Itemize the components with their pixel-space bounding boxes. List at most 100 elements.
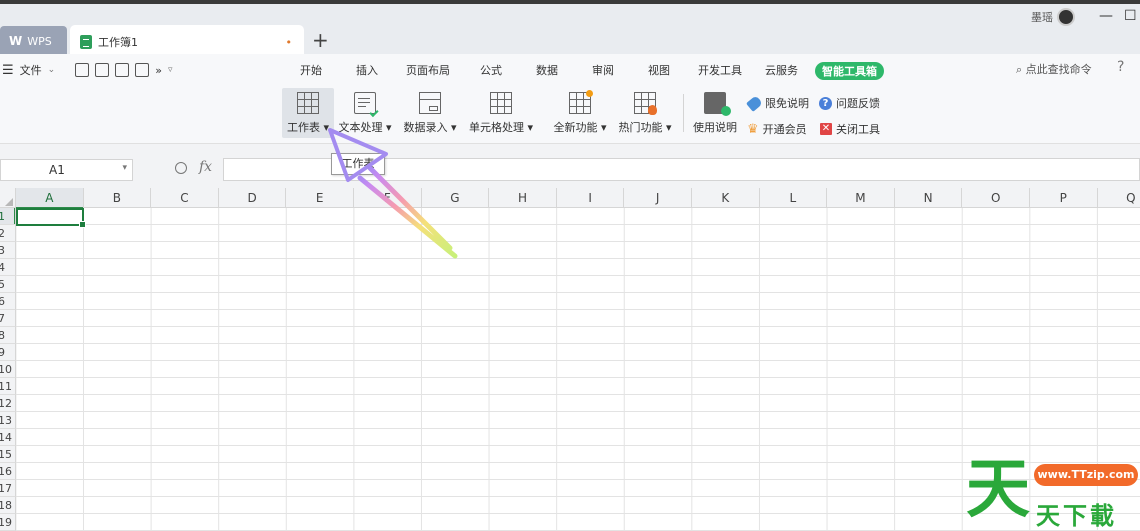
row-header[interactable]: 8 [0,327,16,344]
row-header[interactable]: 11 [0,378,16,395]
row-header[interactable]: 12 [0,395,16,412]
more-commands-button[interactable]: » [155,64,162,77]
zoom-icon[interactable] [175,162,187,174]
row-header[interactable]: 1 [0,208,16,225]
menu-bar: ☰ 文件 ⌄ » ▿ 开始 插入 页面布局 公式 数据 审阅 视图 开发工具 云… [0,54,1140,86]
command-search-label: 点此查找命令 [1025,63,1092,76]
new-feature-icon [569,90,593,114]
column-header[interactable]: I [557,188,625,208]
tab-page-layout[interactable]: 页面布局 [406,62,480,80]
usage-guide-label: 使用说明 [693,121,737,134]
user-name: 墨瑶 [1031,11,1053,24]
crown-icon: ♛ [747,121,759,137]
row-header[interactable]: 5 [0,276,16,293]
column-header[interactable]: J [624,188,692,208]
chevron-down-icon[interactable]: ⌄ [48,65,56,75]
column-header[interactable]: D [219,188,287,208]
select-all-corner[interactable] [0,188,16,208]
row-header[interactable]: 6 [0,293,16,310]
tab-smart-toolbox[interactable]: 智能工具箱 [815,62,884,80]
hamburger-icon[interactable]: ☰ [2,63,14,78]
maximize-button[interactable]: ☐ [1124,8,1137,24]
user-account[interactable]: 墨瑶 [1031,8,1075,26]
column-header[interactable]: B [84,188,152,208]
row-header[interactable]: 13 [0,412,16,429]
formula-bar: A1 ▾ fx [0,144,1140,188]
name-box[interactable]: A1 ▾ [0,159,133,181]
site-watermark: 天 www.TTzip.com 天下載 [962,453,1140,531]
avatar [1057,8,1075,26]
close-tool-link[interactable]: ✕ 关闭工具 [820,121,880,137]
new-feature-label: 全新功能 [553,121,598,134]
new-feature-button[interactable]: 全新功能 ▾ [552,88,608,138]
column-header[interactable]: K [692,188,760,208]
row-header[interactable]: 3 [0,242,16,259]
column-header[interactable]: Q [1098,188,1140,208]
ribbon-separator [683,94,684,132]
tab-formula[interactable]: 公式 [480,62,536,80]
question-icon: ? [819,96,832,110]
vip-link[interactable]: ♛ 开通会员 [747,121,807,137]
row-header[interactable]: 4 [0,259,16,276]
column-header[interactable]: A [16,188,84,209]
tab-insert[interactable]: 插入 [356,62,406,80]
row-header[interactable]: 17 [0,480,16,497]
file-menu[interactable]: 文件 [20,62,42,78]
row-header[interactable]: 14 [0,429,16,446]
guide-book-icon [704,92,731,116]
disclaimer-label: 限免说明 [765,97,809,110]
column-header[interactable]: O [962,188,1030,208]
wps-spreadsheet-window: W WPS 工作簿1 • + 墨瑶 — ☐ ☰ 文件 ⌄ » ▿ 开始 插入 页… [0,0,1140,531]
minimize-button[interactable]: — [1099,8,1113,24]
row-header[interactable]: 19 [0,514,16,531]
cell-reference: A1 [49,163,65,177]
feedback-link[interactable]: ? 问题反馈 [819,95,880,111]
row-header[interactable]: 9 [0,344,16,361]
open-folder-icon[interactable] [75,63,90,77]
hot-feature-icon [634,92,657,115]
row-header[interactable]: 15 [0,446,16,463]
tab-cloud[interactable]: 云服务 [765,62,815,80]
disclaimer-link[interactable]: 限免说明 [745,94,809,112]
tab-review[interactable]: 审阅 [592,62,648,80]
save-icon[interactable] [95,63,110,77]
ribbon-tabs: 开始 插入 页面布局 公式 数据 审阅 视图 开发工具 云服务 智能工具箱 [300,62,884,80]
feedback-label: 问题反馈 [836,97,880,110]
active-cell[interactable] [16,208,86,228]
row-header[interactable]: 10 [0,361,16,378]
row-header[interactable]: 18 [0,497,16,514]
hot-feature-button[interactable]: 热门功能 ▾ [617,88,673,138]
search-icon: ⌕ [1016,63,1023,76]
watermark-logo: 天 [966,453,1030,527]
column-header[interactable]: N [895,188,963,208]
wps-tab-label: WPS [27,34,52,48]
tab-view[interactable]: 视图 [648,62,698,80]
column-header[interactable]: H [489,188,557,208]
print-preview-icon[interactable] [135,63,150,77]
row-header[interactable]: 7 [0,310,16,327]
spreadsheet-icon [80,34,92,49]
row-header[interactable]: 2 [0,225,16,242]
column-header[interactable]: L [760,188,828,208]
column-header[interactable]: P [1030,188,1098,208]
print-icon[interactable] [115,63,130,77]
unsaved-indicator: • [285,36,293,49]
ribbon-toolbar: 工作表 ▾ 文本处理 ▾ 数据录入 ▾ 单元格处理 ▾ 全新功能 ▾ 热门功能 … [0,86,1140,144]
insert-function-button[interactable]: fx [199,159,212,175]
command-search[interactable]: ⌕ 点此查找命令 [1016,61,1092,77]
wps-home-tab[interactable]: W WPS [0,26,67,56]
new-tab-button[interactable]: + [312,28,329,52]
watermark-url: www.TTzip.com [1034,464,1138,486]
cell-process-icon [490,92,512,114]
row-header[interactable]: 16 [0,463,16,480]
column-header[interactable]: C [151,188,219,208]
customize-toolbar-icon[interactable]: ▿ [168,65,173,75]
tab-data[interactable]: 数据 [536,62,592,80]
text-process-icon [354,92,379,118]
column-header[interactable]: M [827,188,895,208]
tab-developer[interactable]: 开发工具 [698,62,765,80]
chevron-down-icon[interactable]: ▾ [122,163,127,173]
usage-guide-button[interactable]: 使用说明 [691,88,739,138]
help-button[interactable]: ? [1117,59,1124,75]
tab-start[interactable]: 开始 [300,62,356,80]
